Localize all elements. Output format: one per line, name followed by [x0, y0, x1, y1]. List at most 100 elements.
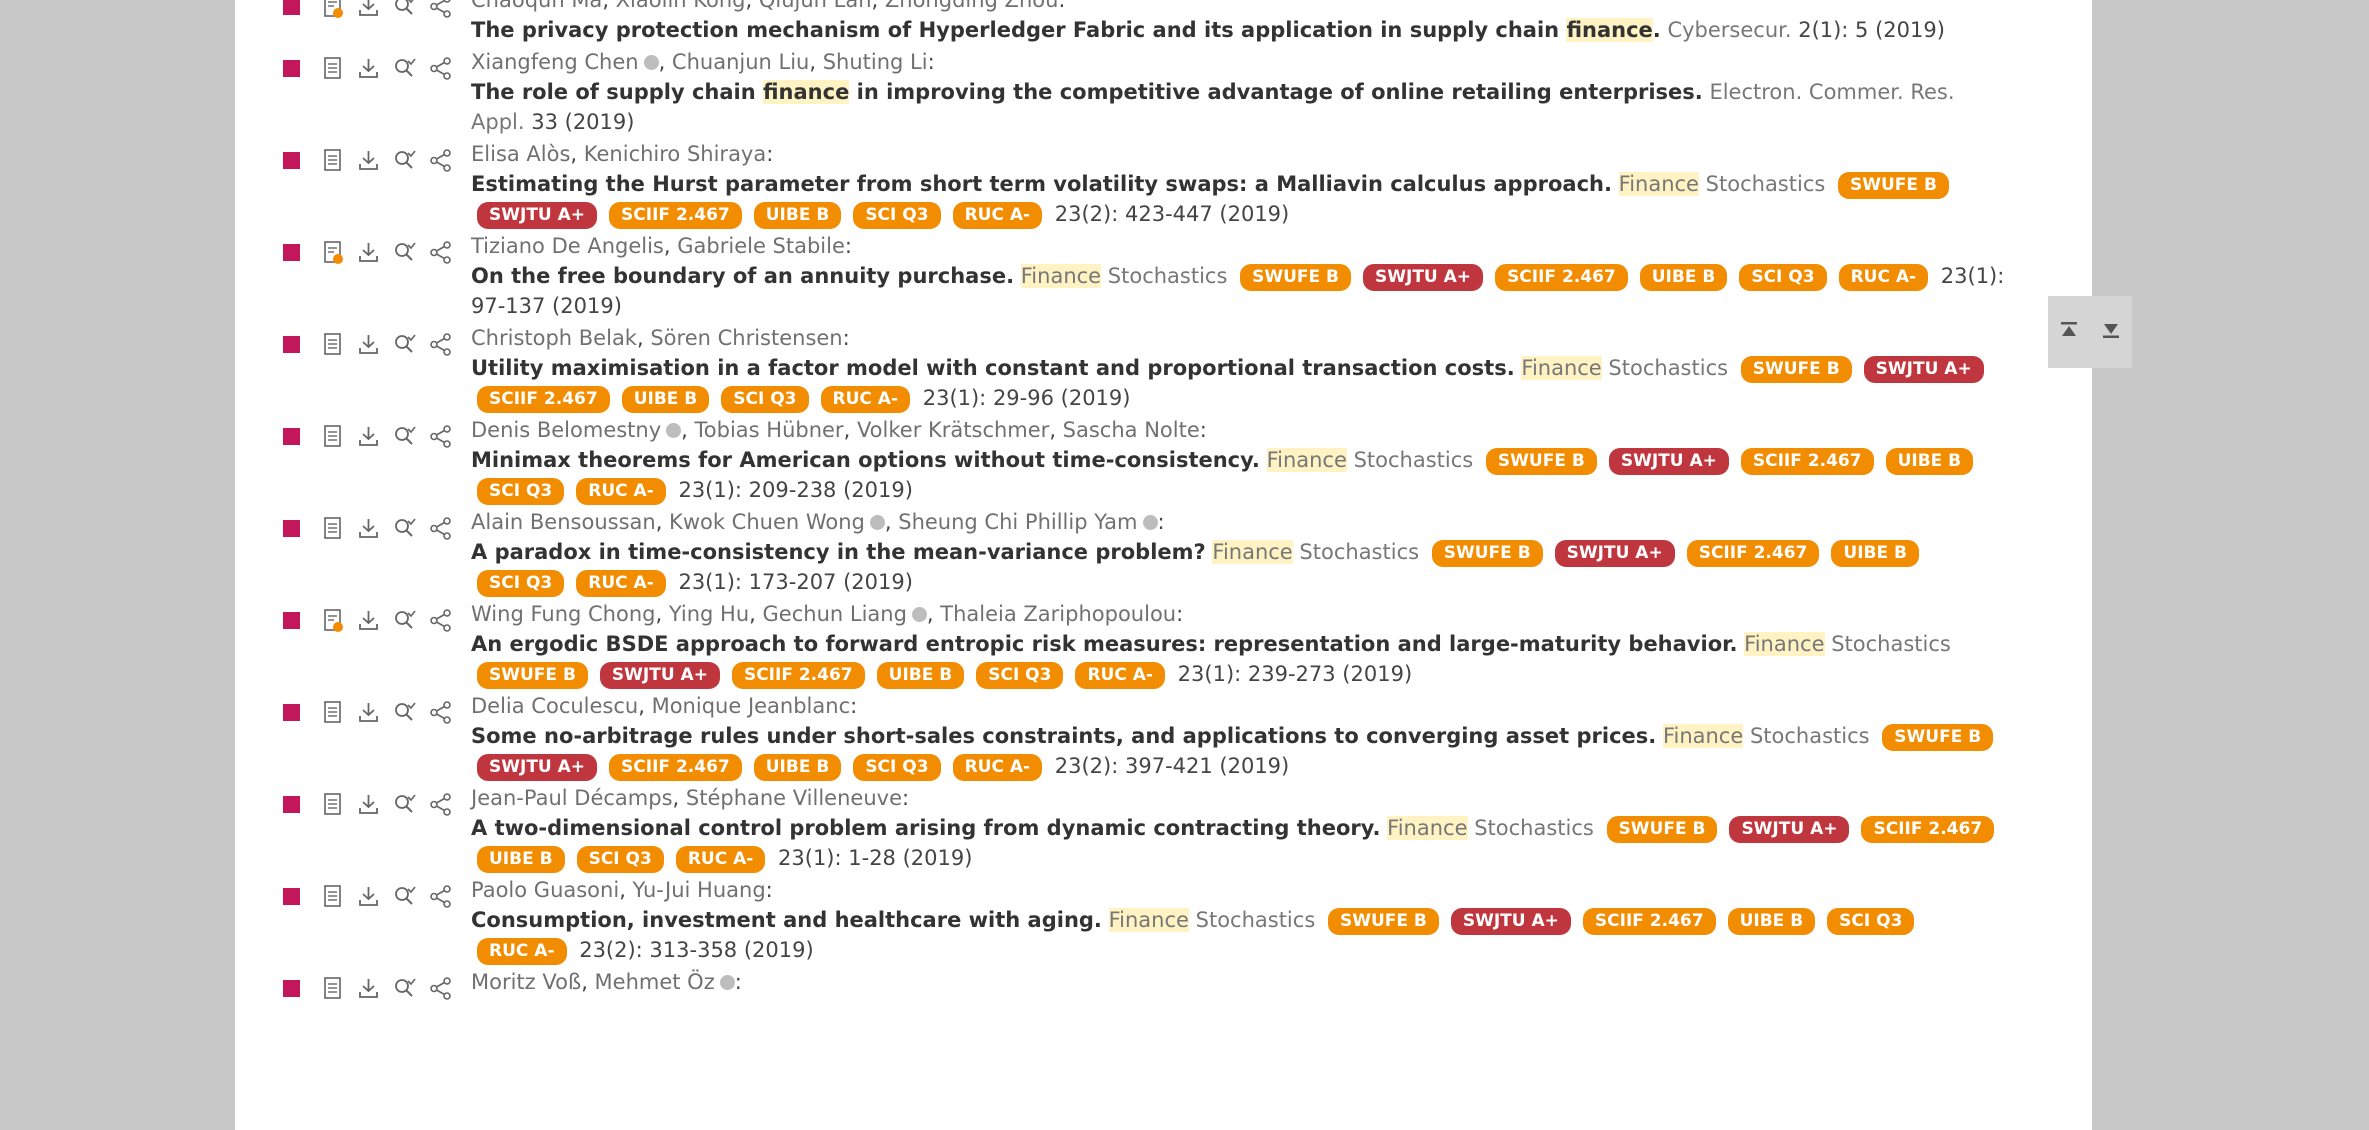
- author-link[interactable]: Elisa Alòs: [471, 142, 570, 166]
- share-icon[interactable]: [427, 975, 454, 1002]
- paper-icon[interactable]: [319, 883, 346, 910]
- paper-icon[interactable]: [319, 55, 346, 82]
- search-refine-icon[interactable]: [391, 975, 418, 1002]
- volume-issue-pages[interactable]: 23(1): 1-28 (2019): [778, 846, 972, 870]
- author-link[interactable]: Shuting Li: [823, 50, 928, 74]
- orcid-icon[interactable]: [869, 515, 885, 530]
- author-link[interactable]: Zhongding Zhou: [885, 0, 1059, 12]
- volume-issue-pages[interactable]: 23(1): 239-273 (2019): [1178, 662, 1412, 686]
- download-icon[interactable]: [355, 0, 382, 20]
- paper-icon[interactable]: [319, 147, 346, 174]
- volume-issue-pages[interactable]: 23(2): 313-358 (2019): [579, 938, 813, 962]
- volume-issue-pages[interactable]: 2(1): 5 (2019): [1798, 18, 1945, 42]
- author-link[interactable]: Chaoqun Ma: [471, 0, 602, 12]
- search-refine-icon[interactable]: [391, 0, 418, 20]
- share-icon[interactable]: [427, 699, 454, 726]
- scroll-to-bottom-icon[interactable]: [2100, 319, 2122, 346]
- author-link[interactable]: Alain Bensoussan: [471, 510, 656, 534]
- author-link[interactable]: Paolo Guasoni: [471, 878, 619, 902]
- author-link[interactable]: Xiaolin Kong: [616, 0, 746, 12]
- author-link[interactable]: Mehmet Öz: [595, 970, 715, 994]
- download-icon[interactable]: [355, 239, 382, 266]
- orcid-icon[interactable]: [911, 607, 927, 622]
- paper-lock-icon[interactable]: [319, 239, 346, 266]
- download-icon[interactable]: [355, 975, 382, 1002]
- paper-icon[interactable]: [319, 515, 346, 542]
- share-icon[interactable]: [427, 55, 454, 82]
- share-icon[interactable]: [427, 0, 454, 20]
- download-icon[interactable]: [355, 331, 382, 358]
- search-refine-icon[interactable]: [391, 55, 418, 82]
- volume-issue-pages[interactable]: 23(2): 423-447 (2019): [1055, 202, 1289, 226]
- volume-issue-pages[interactable]: 23(1): 209-238 (2019): [678, 478, 912, 502]
- volume-issue-pages[interactable]: 23(1): 29-96 (2019): [923, 386, 1131, 410]
- author-link[interactable]: Thaleia Zariphopoulou: [940, 602, 1176, 626]
- share-icon[interactable]: [427, 515, 454, 542]
- journal-link[interactable]: Finance Stochastics: [1266, 448, 1473, 472]
- search-refine-icon[interactable]: [391, 607, 418, 634]
- journal-link[interactable]: Finance Stochastics: [1744, 632, 1951, 656]
- search-refine-icon[interactable]: [391, 515, 418, 542]
- author-link[interactable]: Christoph Belak: [471, 326, 637, 350]
- search-refine-icon[interactable]: [391, 791, 418, 818]
- journal-link[interactable]: Finance Stochastics: [1108, 908, 1315, 932]
- orcid-icon[interactable]: [666, 423, 682, 438]
- scroll-to-top-icon[interactable]: [2058, 319, 2080, 346]
- share-icon[interactable]: [427, 791, 454, 818]
- search-refine-icon[interactable]: [391, 239, 418, 266]
- author-link[interactable]: Gechun Liang: [763, 602, 907, 626]
- search-refine-icon[interactable]: [391, 883, 418, 910]
- author-link[interactable]: Wing Fung Chong: [471, 602, 655, 626]
- orcid-icon[interactable]: [1142, 515, 1158, 530]
- author-link[interactable]: Monique Jeanblanc: [652, 694, 851, 718]
- paper-lock-icon[interactable]: [319, 0, 346, 20]
- share-icon[interactable]: [427, 423, 454, 450]
- volume-issue-pages[interactable]: 33 (2019): [531, 110, 634, 134]
- download-icon[interactable]: [355, 55, 382, 82]
- author-link[interactable]: Volker Krätschmer: [857, 418, 1049, 442]
- download-icon[interactable]: [355, 607, 382, 634]
- share-icon[interactable]: [427, 147, 454, 174]
- download-icon[interactable]: [355, 883, 382, 910]
- paper-icon[interactable]: [319, 331, 346, 358]
- author-link[interactable]: Sören Christensen: [650, 326, 842, 350]
- download-icon[interactable]: [355, 423, 382, 450]
- author-link[interactable]: Kenichiro Shiraya: [584, 142, 766, 166]
- author-link[interactable]: Chuanjun Liu: [672, 50, 809, 74]
- download-icon[interactable]: [355, 791, 382, 818]
- volume-issue-pages[interactable]: 23(1): 173-207 (2019): [678, 570, 912, 594]
- journal-link[interactable]: Finance Stochastics: [1618, 172, 1825, 196]
- journal-link[interactable]: Finance Stochastics: [1387, 816, 1594, 840]
- paper-lock-icon[interactable]: [319, 607, 346, 634]
- author-link[interactable]: Ying Hu: [669, 602, 749, 626]
- author-link[interactable]: Delia Coculescu: [471, 694, 638, 718]
- author-link[interactable]: Tiziano De Angelis: [471, 234, 664, 258]
- share-icon[interactable]: [427, 239, 454, 266]
- author-link[interactable]: Kwok Chuen Wong: [669, 510, 865, 534]
- volume-issue-pages[interactable]: 23(2): 397-421 (2019): [1055, 754, 1289, 778]
- download-icon[interactable]: [355, 147, 382, 174]
- paper-icon[interactable]: [319, 975, 346, 1002]
- journal-link[interactable]: Cybersecur.: [1667, 18, 1791, 42]
- orcid-icon[interactable]: [643, 55, 659, 70]
- author-link[interactable]: Xiangfeng Chen: [471, 50, 639, 74]
- author-link[interactable]: Gabriele Stabile: [677, 234, 845, 258]
- journal-link[interactable]: Finance Stochastics: [1521, 356, 1728, 380]
- author-link[interactable]: Jean-Paul Décamps: [471, 786, 673, 810]
- download-icon[interactable]: [355, 515, 382, 542]
- author-link[interactable]: Sascha Nolte: [1063, 418, 1200, 442]
- download-icon[interactable]: [355, 699, 382, 726]
- share-icon[interactable]: [427, 331, 454, 358]
- journal-link[interactable]: Finance Stochastics: [1212, 540, 1419, 564]
- author-link[interactable]: Stéphane Villeneuve: [686, 786, 902, 810]
- share-icon[interactable]: [427, 883, 454, 910]
- share-icon[interactable]: [427, 607, 454, 634]
- orcid-icon[interactable]: [719, 975, 735, 990]
- journal-link[interactable]: Finance Stochastics: [1020, 264, 1227, 288]
- paper-icon[interactable]: [319, 423, 346, 450]
- search-refine-icon[interactable]: [391, 699, 418, 726]
- author-link[interactable]: Denis Belomestny: [471, 418, 661, 442]
- paper-icon[interactable]: [319, 791, 346, 818]
- author-link[interactable]: Moritz Voß: [471, 970, 581, 994]
- search-refine-icon[interactable]: [391, 331, 418, 358]
